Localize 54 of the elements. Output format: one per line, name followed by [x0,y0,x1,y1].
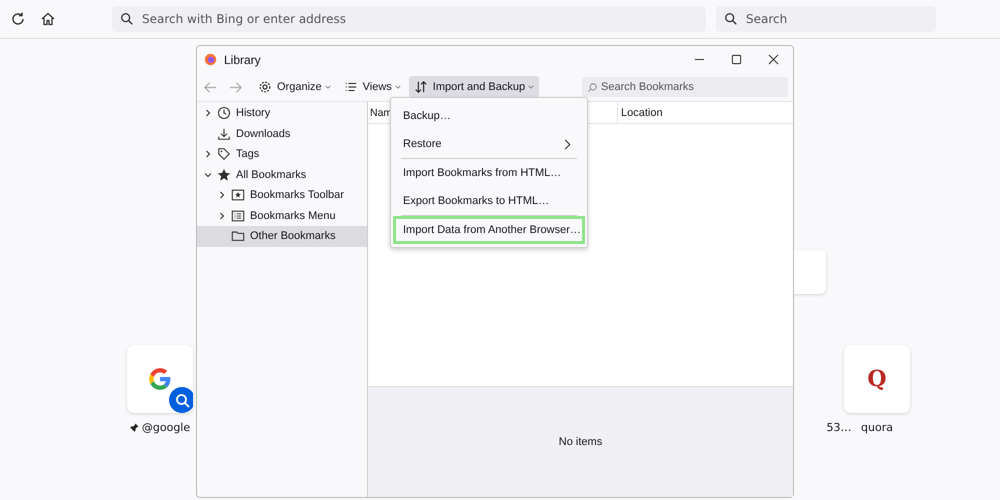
menu-item[interactable]: Import Data from Another Browser… [393,216,585,244]
menu-item[interactable]: Export Bookmarks to HTML… [393,187,585,215]
sidebar-item[interactable]: Other Bookmarks [197,226,367,246]
shortcut-tile[interactable]: Q [844,345,910,413]
menu-item[interactable]: Backup… [393,102,585,130]
download-icon [217,126,231,141]
chevron-icon[interactable] [203,108,213,118]
shortcut-label[interactable]: 53… [826,421,852,434]
close-icon[interactable] [768,54,779,65]
sidebar-item[interactable]: Downloads [197,124,367,144]
search-icon [724,12,738,26]
sidebar-item[interactable]: History [197,103,367,124]
caret-icon [528,85,534,89]
star-icon [217,168,231,182]
sidebar-item[interactable]: Bookmarks Menu [197,206,367,226]
clock-icon [217,106,231,120]
shortcut-tile[interactable] [127,345,193,413]
list-box-icon [231,208,245,223]
menu-item[interactable]: Restore [393,130,585,158]
shortcut-label[interactable]: quora [861,421,893,434]
sidebar-item[interactable]: Tags [197,144,367,164]
tag-icon [217,147,231,162]
shortcut-label[interactable]: @google [142,421,190,434]
toolbar-button[interactable]: Import and Backup [408,76,540,98]
sort-arrows-icon [414,80,428,94]
reload-icon[interactable] [10,11,26,27]
maximize-icon[interactable] [731,54,742,65]
search-field[interactable]: Search [716,6,936,32]
folder-icon [231,229,245,244]
chevron-icon[interactable] [217,210,227,221]
column-header[interactable]: Location [618,106,663,118]
google-logo-icon [147,366,173,392]
gear-icon [258,80,272,94]
toolbar-button[interactable]: Organize [253,76,336,98]
chevron-icon[interactable] [203,149,213,160]
empty-message: No items [558,436,602,448]
sidebar-item[interactable]: All Bookmarks [197,164,367,185]
window-title: Library [224,52,261,66]
menu-item[interactable]: Import Bookmarks from HTML… [393,159,585,187]
address-field[interactable]: Search with Bing or enter address [112,6,706,32]
quora-logo: Q [867,366,887,392]
home-icon[interactable] [40,11,56,27]
search-icon [120,12,134,26]
search-bookmarks-field[interactable]: Search Bookmarks [582,77,788,97]
caret-icon [324,85,331,89]
sidebar-item[interactable]: Bookmarks Toolbar [197,185,367,206]
chevron-icon[interactable] [217,190,227,200]
toolbar-button[interactable]: Views [338,76,406,98]
search-badge-icon [169,387,193,413]
browser-logo-icon [204,53,217,66]
search-icon [587,82,598,93]
star-box-icon [231,188,245,202]
caret-icon [394,85,401,89]
list-icon [344,80,358,94]
